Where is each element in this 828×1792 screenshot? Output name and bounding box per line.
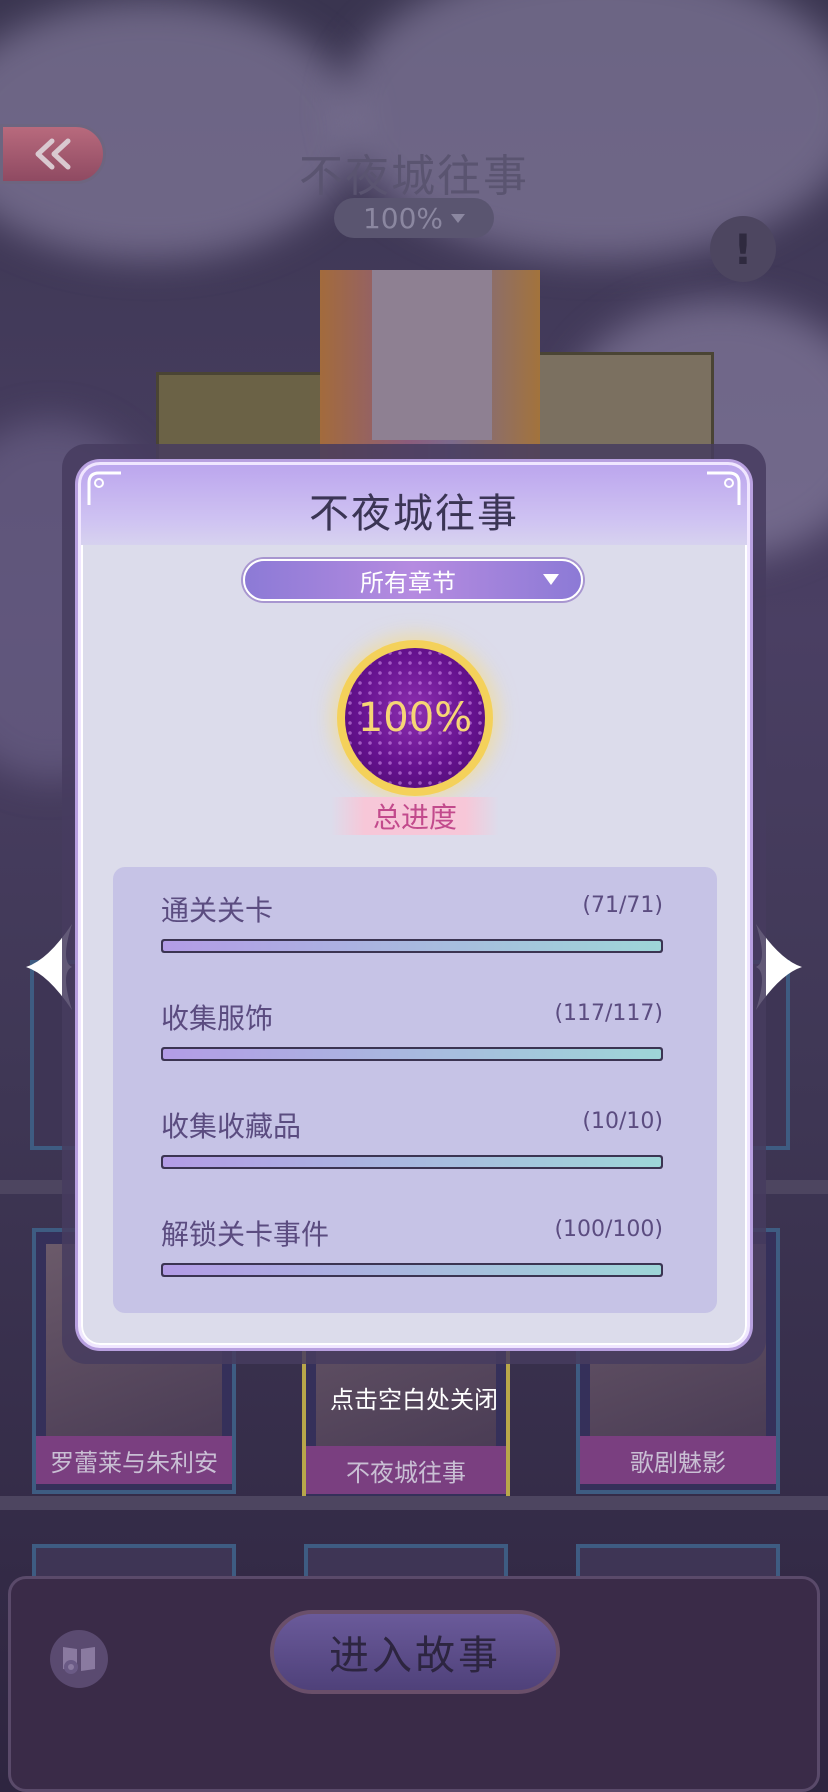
disco-ball-icon: 100% — [345, 648, 485, 788]
exclamation-icon: ! — [733, 224, 753, 274]
book-title: 罗蕾莱与朱利安 — [36, 1436, 232, 1484]
story-settings-button[interactable] — [50, 1630, 108, 1688]
stat-value: (71/71) — [582, 893, 663, 918]
enter-story-button[interactable]: 进入故事 — [270, 1610, 560, 1694]
story-title: 不夜城往事 — [299, 151, 529, 202]
progress-modal: 不夜城往事 所有章节 100% 总进度 通关关卡 (71/71) 收集服饰 (1… — [78, 462, 750, 1348]
stat-value: (10/10) — [582, 1109, 663, 1134]
theater-curtain — [372, 270, 492, 440]
book-title: 歌剧魅影 — [580, 1436, 776, 1484]
stat-progress-fill — [163, 941, 661, 951]
stat-progress-bar — [161, 1155, 663, 1169]
close-hint[interactable]: 点击空白处关闭 — [0, 1380, 828, 1415]
stats-panel: 通关关卡 (71/71) 收集服饰 (117/117) 收集收藏品 (10/10… — [113, 867, 717, 1313]
story-progress-select[interactable]: 100% — [334, 198, 494, 238]
stat-name: 收集收藏品 — [161, 1110, 302, 1143]
total-progress-value: 100% — [357, 695, 473, 741]
stat-name: 收集服饰 — [161, 1002, 274, 1035]
stat-progress-fill — [163, 1157, 661, 1167]
stat-progress-bar — [161, 1263, 663, 1277]
stat-progress-fill — [163, 1049, 661, 1059]
stat-value: (117/117) — [554, 1001, 663, 1026]
stat-progress-bar — [161, 1047, 663, 1061]
stat-progress-bar — [161, 939, 663, 953]
info-button[interactable]: ! — [710, 216, 776, 282]
chapter-select-dropdown[interactable]: 所有章节 — [243, 559, 583, 601]
modal-title: 不夜城往事 — [309, 491, 519, 537]
stat-progress-fill — [163, 1265, 661, 1275]
stat-value: (100/100) — [554, 1217, 663, 1242]
stat-row: 通关关卡 (71/71) — [161, 889, 663, 959]
stat-name: 通关关卡 — [161, 894, 274, 927]
chevron-down-icon — [543, 574, 559, 585]
stat-row: 收集服饰 (117/117) — [161, 997, 663, 1067]
stat-row: 收集收藏品 (10/10) — [161, 1105, 663, 1175]
story-progress-value: 100% — [362, 201, 444, 235]
book-title: 不夜城往事 — [306, 1446, 506, 1494]
book-gear-icon — [63, 1647, 95, 1674]
total-progress-label: 总进度 — [331, 797, 499, 835]
chevron-down-icon — [451, 213, 466, 223]
chapter-select-label: 所有章节 — [360, 568, 456, 597]
stat-row: 解锁关卡事件 (100/100) — [161, 1213, 663, 1283]
shelf-2 — [0, 1496, 828, 1510]
total-progress-badge: 100% — [337, 640, 493, 796]
stat-name: 解锁关卡事件 — [161, 1218, 330, 1251]
